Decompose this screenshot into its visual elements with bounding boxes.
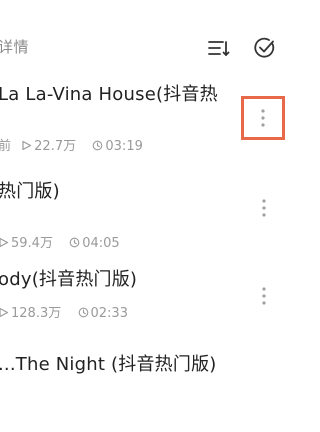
song-duration: 04:05 [82,236,120,251]
play-triangle-icon [0,307,9,318]
play-count: 59.4万 [11,236,53,251]
clock-icon [78,307,88,318]
sort-list-icon [208,41,230,56]
more-options-button[interactable] [250,279,278,313]
list-item[interactable]: ...The Night (抖音热门版) [0,350,296,432]
more-vertical-icon [261,109,265,127]
song-title: ody(抖音热门版) [0,269,138,290]
song-meta: 128.3万 02:33 [0,302,128,321]
clock-icon [93,140,103,151]
more-options-button[interactable] [250,191,278,225]
clock-icon [69,237,80,248]
song-duration: 02:33 [90,306,128,321]
play-count: 22.7万 [34,139,77,154]
song-duration: 03:19 [105,139,143,154]
more-options-button[interactable] [241,96,285,140]
sort-button[interactable] [206,35,232,61]
song-title: La La-Vina House(抖音热 [0,84,218,105]
header-bar: 详情 [0,0,296,90]
song-title: 热门版) [0,181,60,202]
song-title: ...The Night (抖音热门版) [0,354,217,375]
page-title: 详情 [0,38,30,56]
more-vertical-icon [262,287,266,305]
song-meta: 前 22.7万 03:19 [0,135,143,154]
list-item[interactable]: La La-Vina House(抖音热 前 22.7万 03:19 [0,80,296,162]
list-item[interactable]: 热门版) 59.4万 04:05 [0,177,296,259]
song-meta-prefix: 前 [0,139,12,154]
multi-select-button[interactable] [252,35,278,61]
song-meta: 59.4万 04:05 [0,232,120,251]
more-vertical-icon [262,199,266,217]
play-count: 128.3万 [11,306,62,321]
play-triangle-icon [0,237,9,248]
list-item[interactable]: ody(抖音热门版) 128.3万 02:33 [0,265,296,347]
play-triangle-icon [22,140,32,151]
check-circle-icon [254,37,275,58]
